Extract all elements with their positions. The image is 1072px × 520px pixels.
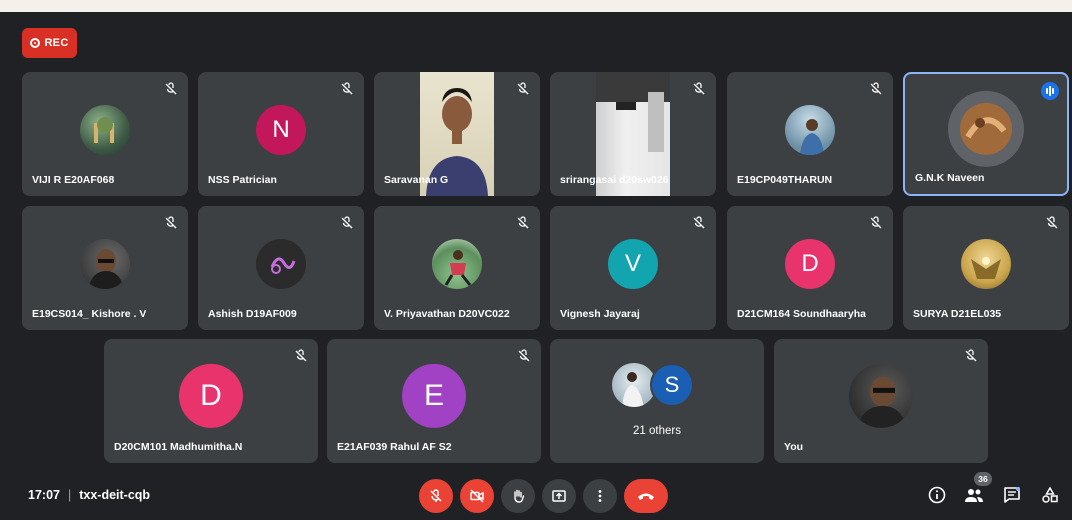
meeting-time: 17:07 <box>28 488 60 502</box>
mic-off-icon <box>518 349 530 362</box>
participant-name: You <box>784 441 804 453</box>
avatar-letter: E <box>423 378 444 412</box>
others-count-label: 21 others <box>633 425 681 437</box>
raise-hand-icon <box>514 489 525 503</box>
speaking-indicator-icon <box>1041 82 1059 100</box>
top-edge-strip <box>0 0 1072 12</box>
camera-off-icon <box>470 489 484 503</box>
mic-off-icon <box>341 82 353 95</box>
participant-name: V. Priyavathan D20VC022 <box>384 308 510 320</box>
chat-button[interactable] <box>1001 484 1023 506</box>
participant-avatar <box>432 239 482 289</box>
participant-name: SURYA D21EL035 <box>913 308 1002 320</box>
avatar-letter: N <box>272 116 290 143</box>
mic-off-icon <box>1046 216 1058 229</box>
participant-tile[interactable]: Ashish D19AF009 <box>198 206 364 330</box>
camera-toggle-button[interactable] <box>460 479 494 513</box>
participant-tile[interactable]: V Vignesh Jayaraj <box>550 206 716 330</box>
mic-off-icon <box>517 82 529 95</box>
participant-tile[interactable]: E E21AF039 Rahul AF S2 <box>327 339 541 463</box>
mic-off-icon <box>517 216 529 229</box>
avatar-letter: D <box>200 378 222 412</box>
participant-avatar: D <box>179 363 243 428</box>
participant-avatar <box>80 105 130 155</box>
avatar-letter: V <box>624 250 641 277</box>
present-now-button[interactable] <box>542 479 576 513</box>
participant-avatar <box>785 105 835 155</box>
others-tile[interactable]: S 21 others <box>550 339 764 463</box>
others-avatar-letter: S <box>650 363 694 407</box>
participant-name: E21AF039 Rahul AF S2 <box>337 441 452 453</box>
participant-tile-video[interactable]: Saravanan G <box>374 72 540 196</box>
participant-tile[interactable]: E19CS014_ Kishore . V <box>22 206 188 330</box>
participant-name: E19CS014_ Kishore . V <box>32 308 147 320</box>
raise-hand-button[interactable] <box>501 479 535 513</box>
participant-name: E19CP049THARUN <box>737 174 833 186</box>
participant-avatar <box>256 239 306 289</box>
info-icon <box>928 486 946 504</box>
participant-tile[interactable]: N NSS Patrician <box>198 72 364 196</box>
mic-off-icon <box>693 216 705 229</box>
mic-off-icon <box>295 349 307 362</box>
mic-off-icon <box>693 82 705 95</box>
participant-avatar: E <box>402 363 466 428</box>
avatar-letter: S <box>664 372 680 397</box>
meeting-separator: | <box>67 488 72 502</box>
meeting-details-button[interactable] <box>926 484 948 506</box>
participant-name: G.N.K Naveen <box>915 172 985 184</box>
participant-avatar <box>961 239 1011 289</box>
people-icon <box>965 489 983 502</box>
microphone-toggle-button[interactable] <box>419 479 453 513</box>
participant-tile[interactable]: D D21CM164 Soundhaaryha <box>727 206 893 330</box>
mic-off-icon <box>870 216 882 229</box>
meeting-details: 17:07 | txx-deit-cqb <box>28 488 150 502</box>
recording-badge: REC <box>22 28 77 58</box>
more-options-button[interactable] <box>583 479 617 513</box>
participant-avatar: N <box>256 105 306 155</box>
participant-tile[interactable]: SURYA D21EL035 <box>903 206 1069 330</box>
leave-call-button[interactable] <box>624 479 668 513</box>
participant-tile[interactable]: E19CP049THARUN <box>727 72 893 196</box>
mic-off-icon <box>430 489 442 502</box>
participant-name: VIJI R E20AF068 <box>32 174 115 186</box>
mic-off-icon <box>165 216 177 229</box>
show-everyone-button[interactable] <box>963 484 985 506</box>
participant-tile[interactable]: V. Priyavathan D20VC022 <box>374 206 540 330</box>
participant-avatar <box>954 96 1018 161</box>
participant-avatar: D <box>785 239 835 289</box>
mic-off-icon <box>870 82 882 95</box>
mic-off-icon <box>965 349 977 362</box>
others-avatar-stack: S <box>612 363 702 409</box>
participant-name: NSS Patrician <box>208 174 277 186</box>
meeting-code: txx-deit-cqb <box>79 488 151 502</box>
participant-name: Vignesh Jayaraj <box>560 308 640 320</box>
activities-icon <box>1042 486 1058 503</box>
participant-name: D20CM101 Madhumitha.N <box>114 441 243 453</box>
mic-off-icon <box>165 82 177 95</box>
participant-name: Ashish D19AF009 <box>208 308 297 320</box>
self-tile[interactable]: You <box>774 339 988 463</box>
participant-name: srirangasai d20sw026 <box>560 174 669 186</box>
participant-tile[interactable]: D D20CM101 Madhumitha.N <box>104 339 318 463</box>
avatar-letter: D <box>801 250 819 277</box>
chat-icon <box>1004 487 1020 503</box>
participant-avatar: V <box>608 239 658 289</box>
participant-avatar <box>80 239 130 289</box>
participant-name: D21CM164 Soundhaaryha <box>737 308 866 320</box>
participant-tile-speaking[interactable]: G.N.K Naveen <box>903 72 1069 196</box>
participant-name: Saravanan G <box>384 174 449 186</box>
present-icon <box>552 490 566 502</box>
more-options-icon <box>598 490 602 502</box>
participant-avatar <box>849 363 913 428</box>
mic-off-icon <box>341 216 353 229</box>
activities-button[interactable] <box>1039 484 1061 506</box>
leave-call-icon <box>638 493 654 500</box>
record-icon <box>30 38 41 48</box>
recording-label: REC <box>44 37 69 49</box>
participant-tile[interactable]: VIJI R E20AF068 <box>22 72 188 196</box>
participant-tile-video[interactable]: srirangasai d20sw026 <box>550 72 716 196</box>
